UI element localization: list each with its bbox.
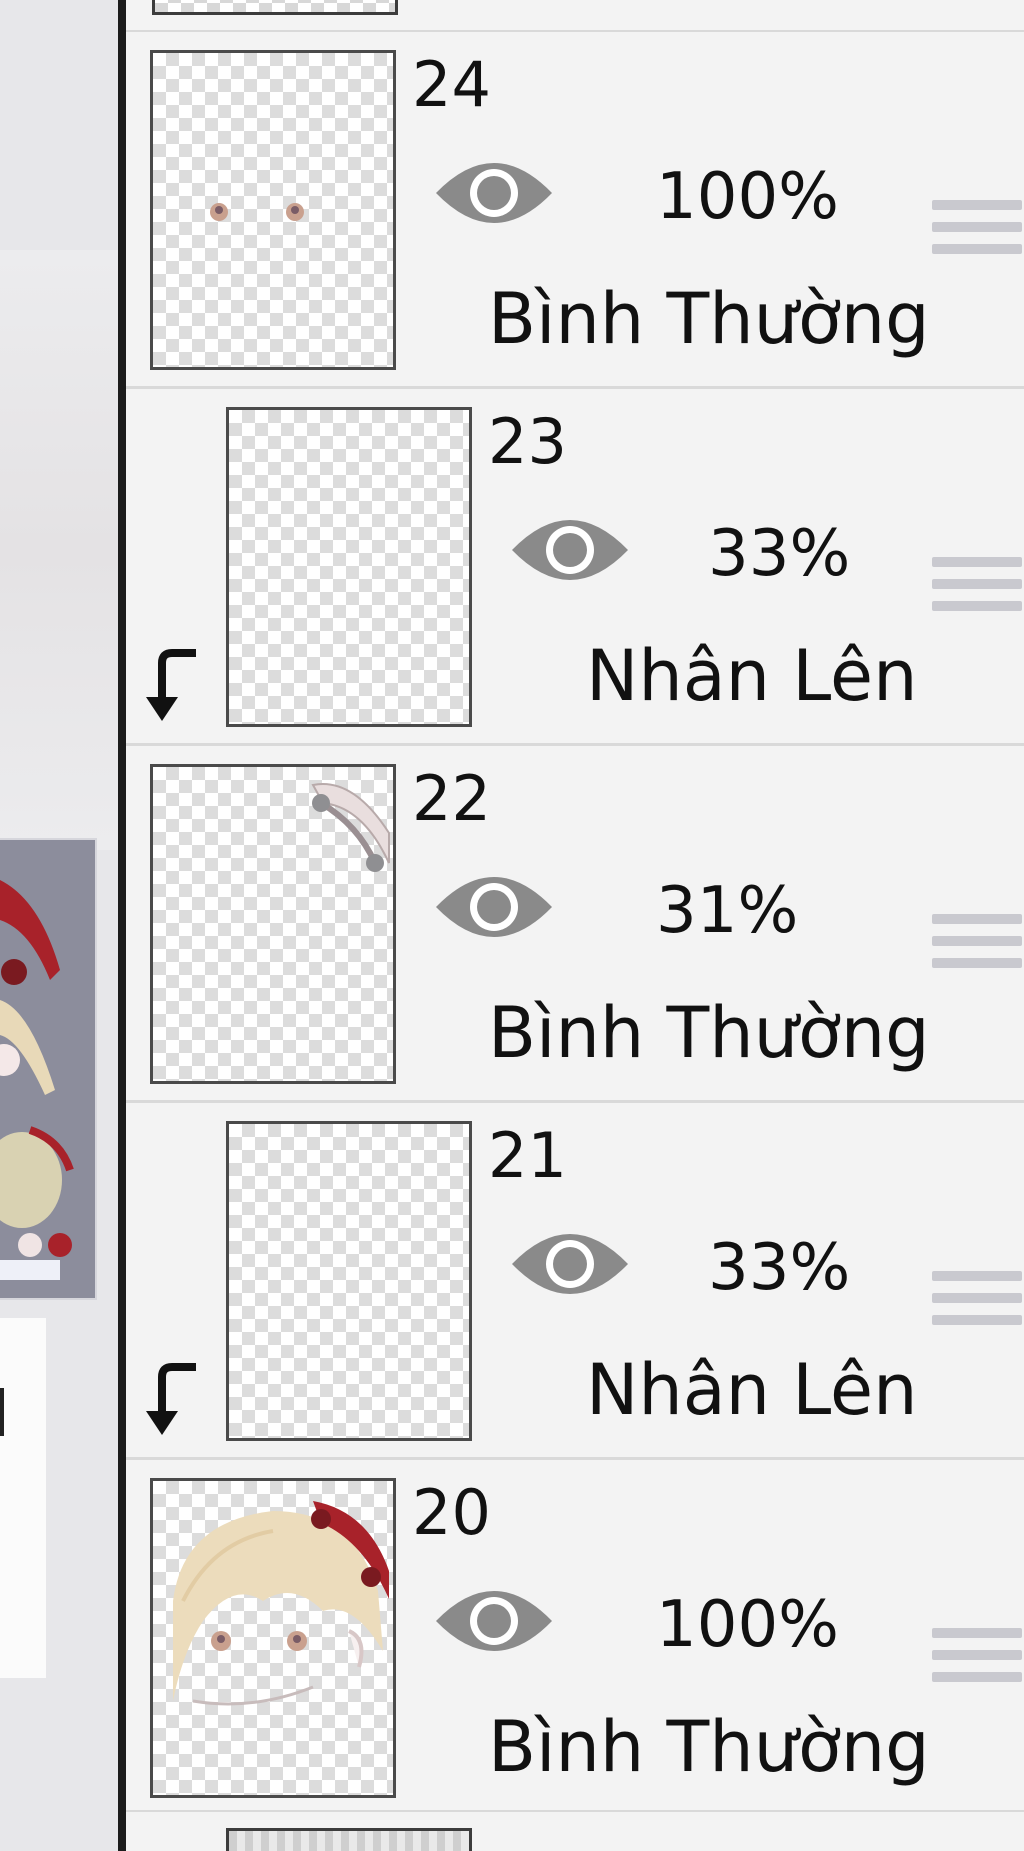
layer-blend-mode[interactable]: Bình Thường — [488, 284, 930, 354]
drag-handle-icon[interactable] — [932, 200, 1022, 280]
layer-thumbnail[interactable] — [150, 764, 396, 1084]
layer-row-partial-top[interactable] — [126, 0, 1024, 32]
layer-number: 22 — [412, 762, 491, 835]
layer-thumbnail[interactable] — [152, 0, 398, 15]
canvas-background — [0, 250, 118, 850]
layer-opacity[interactable]: 33% — [708, 522, 850, 586]
canvas-area[interactable] — [0, 0, 118, 1851]
clipping-arrow-icon — [146, 649, 196, 721]
layer-thumbnail[interactable] — [226, 407, 472, 727]
eye-icon[interactable] — [432, 147, 556, 239]
layer-opacity[interactable]: 100% — [656, 165, 839, 229]
layer-blend-mode[interactable]: Nhân Lên — [586, 1355, 917, 1425]
layer-number: 23 — [488, 405, 567, 478]
panel-divider[interactable] — [118, 0, 126, 1851]
layer-blend-mode[interactable]: Nhân Lên — [586, 641, 917, 711]
clipping-arrow-icon — [146, 1363, 196, 1435]
drag-handle-icon[interactable] — [932, 914, 1022, 994]
layer-thumbnail[interactable] — [226, 1121, 472, 1441]
layer-panel: 24 100% Bình Thường 23 33% Nhân Lên 22 3… — [126, 0, 1024, 1851]
canvas-preview-image — [0, 838, 97, 1300]
layer-blend-mode[interactable]: Bình Thường — [488, 998, 930, 1068]
layer-row-partial-bottom[interactable] — [126, 1810, 1024, 1851]
eye-icon[interactable] — [508, 1218, 632, 1310]
layer-opacity[interactable]: 31% — [656, 879, 798, 943]
layer-thumbnail-art — [173, 1501, 389, 1706]
layer-row[interactable]: 22 31% Bình Thường — [126, 746, 1024, 1103]
drag-handle-icon[interactable] — [932, 1628, 1022, 1708]
eye-icon[interactable] — [432, 861, 556, 953]
layer-row[interactable]: 21 33% Nhân Lên — [126, 1103, 1024, 1460]
character-preview-art — [0, 880, 74, 1280]
layer-thumbnail-art — [210, 203, 304, 221]
layer-thumbnail[interactable] — [150, 50, 396, 370]
canvas-page-area — [0, 1318, 46, 1678]
eye-icon[interactable] — [432, 1575, 556, 1667]
layer-opacity[interactable]: 100% — [656, 1593, 839, 1657]
layer-opacity[interactable]: 33% — [708, 1236, 850, 1300]
layer-thumbnail-art — [311, 783, 390, 872]
layer-thumbnail[interactable] — [150, 1478, 396, 1798]
canvas-mark — [0, 1388, 4, 1436]
layer-number: 24 — [412, 48, 491, 121]
layer-number: 21 — [488, 1119, 567, 1192]
layer-thumbnail[interactable] — [226, 1828, 472, 1851]
layer-row[interactable]: 20 100% Bình Thường — [126, 1460, 1024, 1814]
eye-icon[interactable] — [508, 504, 632, 596]
drag-handle-icon[interactable] — [932, 557, 1022, 637]
layer-row[interactable]: 23 33% Nhân Lên — [126, 389, 1024, 746]
layer-row[interactable]: 24 100% Bình Thường — [126, 32, 1024, 389]
layer-blend-mode[interactable]: Bình Thường — [488, 1712, 930, 1782]
layer-number: 20 — [412, 1476, 491, 1549]
drag-handle-icon[interactable] — [932, 1271, 1022, 1351]
